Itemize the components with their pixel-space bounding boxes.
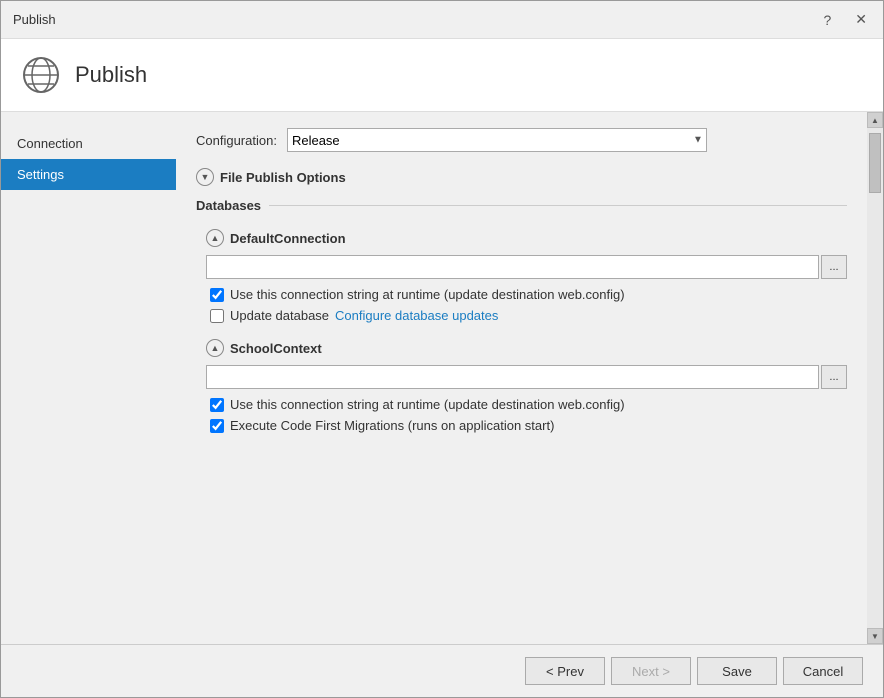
default-connection-section: ▲ DefaultConnection ... Use this connect… xyxy=(196,229,847,323)
cancel-button[interactable]: Cancel xyxy=(783,657,863,685)
title-bar-left: Publish xyxy=(13,12,56,27)
file-publish-label: File Publish Options xyxy=(220,170,346,185)
config-select-wrapper: Release Debug ▼ xyxy=(287,128,707,152)
update-database-label: Update database xyxy=(230,308,329,323)
sidebar-item-settings[interactable]: Settings xyxy=(1,159,176,190)
school-context-input[interactable] xyxy=(206,365,819,389)
content-area: Configuration: Release Debug ▼ ▼ File Pu… xyxy=(176,112,867,644)
configure-database-link[interactable]: Configure database updates xyxy=(335,308,498,323)
title-bar-controls: ? ✕ xyxy=(819,9,871,30)
title-bar: Publish ? ✕ xyxy=(1,1,883,39)
school-context-input-row: ... xyxy=(206,365,847,389)
header-section: Publish xyxy=(1,39,883,112)
dialog-body: Connection Settings Configuration: Relea… xyxy=(1,112,883,644)
close-button[interactable]: ✕ xyxy=(851,9,871,30)
globe-icon xyxy=(21,55,61,95)
publish-dialog: Publish ? ✕ Publish Connection Settings xyxy=(0,0,884,698)
scroll-up-button[interactable]: ▲ xyxy=(867,112,883,128)
scroll-down-button[interactable]: ▼ xyxy=(867,628,883,644)
scrollbar-thumb[interactable] xyxy=(869,133,881,193)
footer: < Prev Next > Save Cancel xyxy=(1,644,883,697)
school-use-connection-label: Use this connection string at runtime (u… xyxy=(230,397,625,412)
update-database-checkbox[interactable] xyxy=(210,309,224,323)
config-row: Configuration: Release Debug ▼ xyxy=(196,128,847,152)
scrollbar: ▲ ▼ xyxy=(867,112,883,644)
default-connection-input-row: ... xyxy=(206,255,847,279)
config-label: Configuration: xyxy=(196,133,277,148)
help-button[interactable]: ? xyxy=(819,10,835,30)
use-connection-row: Use this connection string at runtime (u… xyxy=(206,287,847,302)
file-publish-header[interactable]: ▼ File Publish Options xyxy=(196,168,847,186)
expand-icon: ▲ xyxy=(206,229,224,247)
sidebar: Connection Settings xyxy=(1,112,176,644)
code-first-checkbox[interactable] xyxy=(210,419,224,433)
config-select[interactable]: Release Debug xyxy=(287,128,707,152)
prev-button[interactable]: < Prev xyxy=(525,657,605,685)
save-button[interactable]: Save xyxy=(697,657,777,685)
use-connection-checkbox[interactable] xyxy=(210,288,224,302)
default-connection-header[interactable]: ▲ DefaultConnection xyxy=(206,229,847,247)
collapse-icon: ▼ xyxy=(196,168,214,186)
code-first-label: Execute Code First Migrations (runs on a… xyxy=(230,418,554,433)
default-connection-browse-button[interactable]: ... xyxy=(821,255,847,279)
default-connection-input[interactable] xyxy=(206,255,819,279)
use-connection-label: Use this connection string at runtime (u… xyxy=(230,287,625,302)
scrollbar-track xyxy=(867,128,883,628)
school-use-connection-row: Use this connection string at runtime (u… xyxy=(206,397,847,412)
school-context-header[interactable]: ▲ SchoolContext xyxy=(206,339,847,357)
school-context-section: ▲ SchoolContext ... Use this connection … xyxy=(196,339,847,433)
dialog-title: Publish xyxy=(13,12,56,27)
sidebar-item-connection[interactable]: Connection xyxy=(1,128,176,159)
next-button[interactable]: Next > xyxy=(611,657,691,685)
code-first-row: Execute Code First Migrations (runs on a… xyxy=(206,418,847,433)
school-use-connection-checkbox[interactable] xyxy=(210,398,224,412)
default-connection-title: DefaultConnection xyxy=(230,231,346,246)
expand-school-icon: ▲ xyxy=(206,339,224,357)
update-database-row: Update database Configure database updat… xyxy=(206,308,847,323)
databases-section: Databases ▲ DefaultConnection ... xyxy=(196,198,847,433)
school-context-browse-button[interactable]: ... xyxy=(821,365,847,389)
header-title: Publish xyxy=(75,62,147,88)
school-context-title: SchoolContext xyxy=(230,341,322,356)
main-content: Configuration: Release Debug ▼ ▼ File Pu… xyxy=(176,112,883,644)
databases-title: Databases xyxy=(196,198,847,213)
